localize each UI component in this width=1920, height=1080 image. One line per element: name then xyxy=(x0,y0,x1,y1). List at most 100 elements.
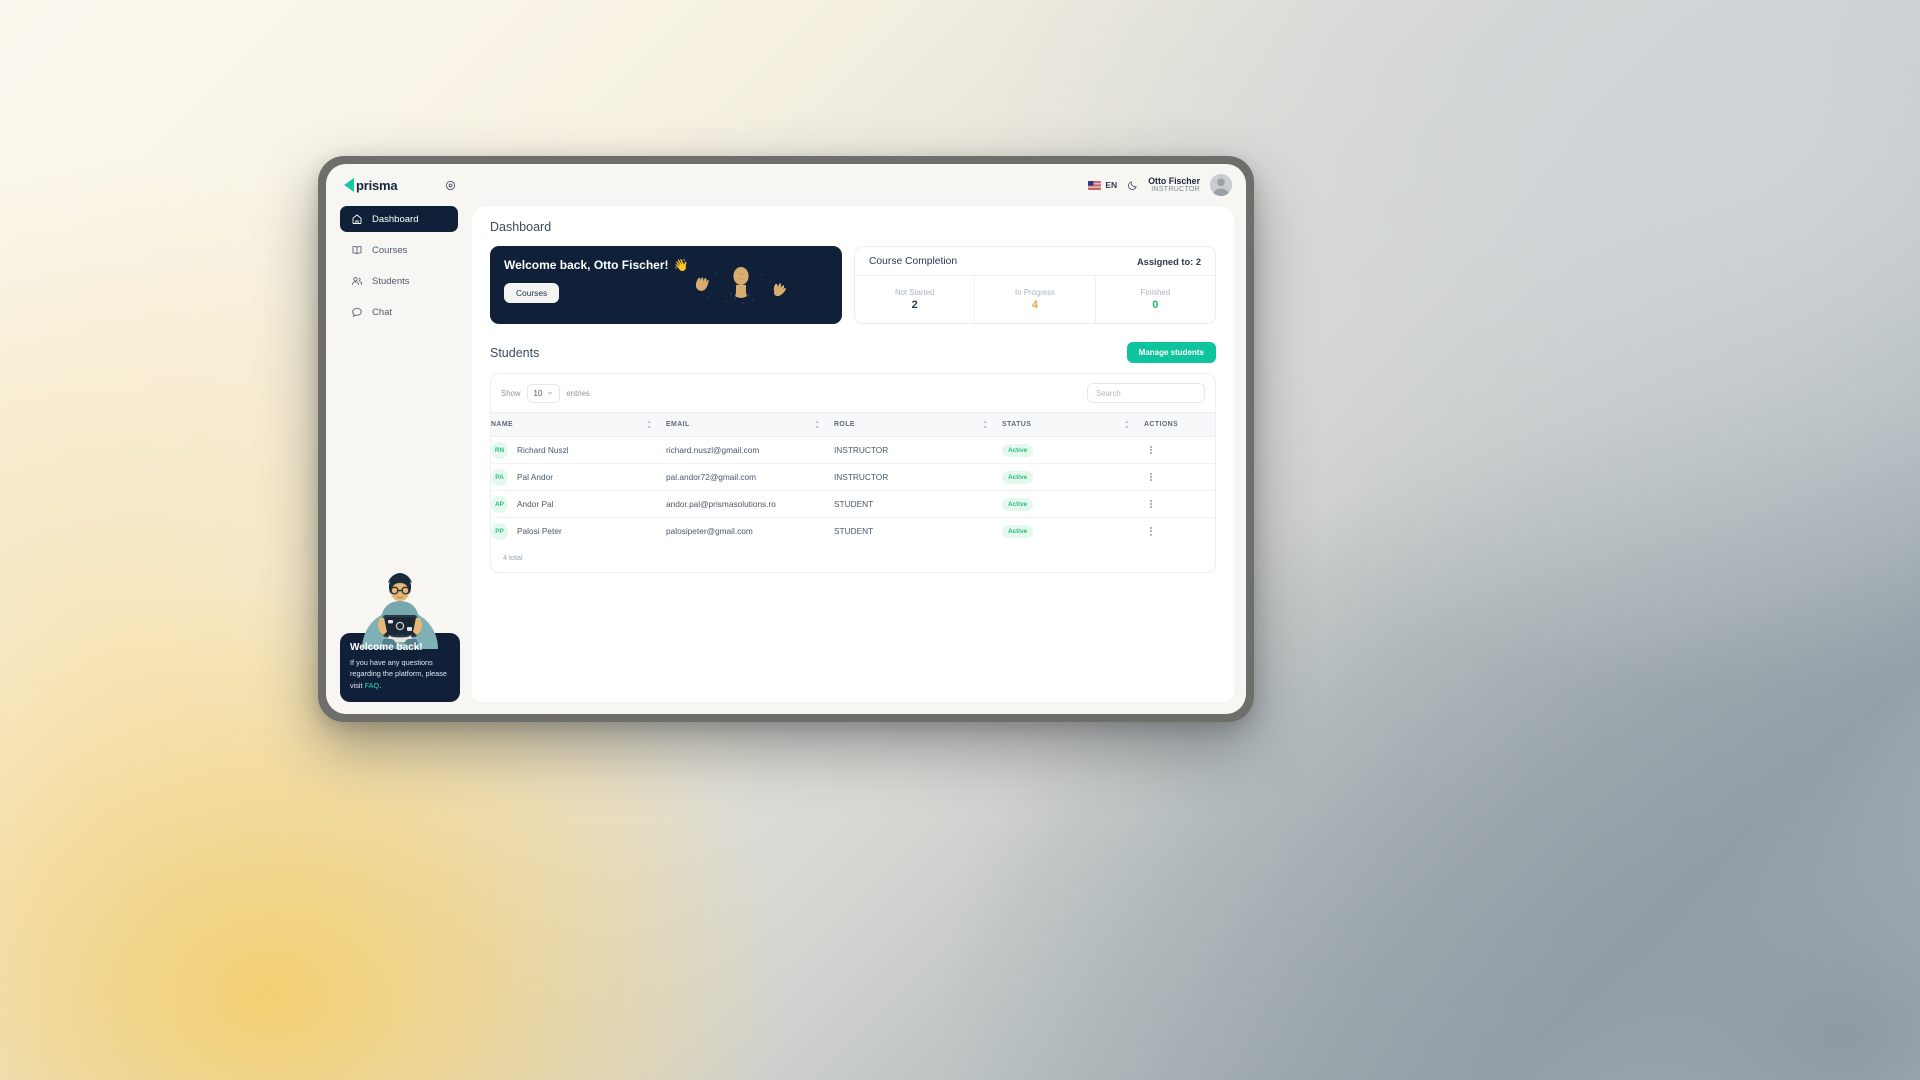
welcome-promo-card: Welcome back! If you have any questions … xyxy=(340,573,460,702)
table-toolbar: Show 10 entries xyxy=(491,374,1215,412)
stat-finished: Finished 0 xyxy=(1094,276,1215,323)
cell-name: PP Palosi Peter xyxy=(491,518,666,545)
cell-actions xyxy=(1144,463,1215,491)
sidebar: Dashboard Courses Students Chat Welcome … xyxy=(326,206,472,714)
app-body: Dashboard Courses Students Chat Welcome … xyxy=(326,206,1246,714)
sort-icon xyxy=(647,420,651,429)
column-header-status[interactable]: STATUS xyxy=(1002,412,1144,437)
cell-status: Active xyxy=(1002,463,1144,491)
sort-icon xyxy=(815,420,819,429)
column-label: EMAIL xyxy=(666,421,690,428)
search-input[interactable] xyxy=(1087,383,1205,403)
sidebar-collapse-button[interactable] xyxy=(445,180,456,191)
sidebar-item-chat[interactable]: Chat xyxy=(340,299,458,325)
hands-and-face-emoji-art xyxy=(695,267,786,304)
column-label: STATUS xyxy=(1002,421,1032,428)
student-role: STUDENT xyxy=(834,490,1002,518)
language-switcher[interactable]: EN xyxy=(1088,180,1117,190)
us-flag-icon xyxy=(1088,180,1102,190)
table-row[interactable]: RN Richard Nuszl richard.nuszl@gmail.com IN… xyxy=(491,436,1215,464)
sidebar-item-dashboard[interactable]: Dashboard xyxy=(340,206,458,232)
row-actions-button[interactable] xyxy=(1144,526,1158,536)
student-name: Andor Pal xyxy=(517,499,554,509)
stat-label: Not Started xyxy=(894,288,935,297)
row-actions-button[interactable] xyxy=(1144,445,1158,455)
students-table-card: Show 10 entries Search NAME EMAIL ROLE S… xyxy=(490,373,1216,573)
cell-status: Active xyxy=(1002,436,1144,464)
sidebar-item-courses[interactable]: Courses xyxy=(340,237,458,263)
course-completion-header: Course Completion Assigned to: 2 xyxy=(855,247,1215,275)
user-role: INSTRUCTOR xyxy=(1151,186,1200,194)
sidebar-item-label: Courses xyxy=(372,244,408,256)
show-label: Show xyxy=(501,388,521,398)
entries-select[interactable]: 10 xyxy=(526,383,561,403)
column-header-actions: ACTIONS xyxy=(1144,412,1215,437)
stat-label: Finished xyxy=(1140,288,1171,297)
column-label: ACTIONS xyxy=(1144,421,1179,428)
faq-link[interactable]: FAQ xyxy=(365,681,380,690)
sidebar-nav: Dashboard Courses Students Chat xyxy=(340,206,458,325)
summary-cards-row: Welcome back, Otto Fischer! 👋 Courses Co… xyxy=(490,246,1216,324)
course-completion-card: Course Completion Assigned to: 2 Not Sta… xyxy=(854,246,1216,324)
table-head: NAME EMAIL ROLE STATUS ACTIONS xyxy=(491,412,1215,437)
moon-icon[interactable] xyxy=(1127,180,1138,191)
cell-name: PA Pal Andor xyxy=(491,463,666,491)
chevron-down-icon xyxy=(548,391,553,395)
column-header-email[interactable]: EMAIL xyxy=(666,412,834,437)
column-label: NAME xyxy=(491,421,514,428)
course-completion-stats: Not Started 2 In Progress 4 Finished 0 xyxy=(855,275,1215,323)
row-actions-button[interactable] xyxy=(1144,499,1158,509)
manage-students-button[interactable]: Manage students xyxy=(1126,342,1216,363)
column-header-role[interactable]: ROLE xyxy=(834,412,1002,437)
cell-status: Active xyxy=(1002,490,1144,518)
app-logo[interactable]: prisma xyxy=(344,178,398,193)
student-name: Pal Andor xyxy=(517,472,553,482)
user-info[interactable]: Otto Fischer INSTRUCTOR xyxy=(1148,176,1200,194)
students-section-header: Students Manage students xyxy=(490,342,1216,363)
avatar-initials: RN xyxy=(491,441,508,459)
courses-button[interactable]: Courses xyxy=(504,283,560,303)
table-row[interactable]: PP Palosi Peter palosipeter@gmail.com STUDE… xyxy=(491,518,1215,545)
row-actions-button[interactable] xyxy=(1144,472,1158,482)
stat-label: In Progress xyxy=(1015,288,1055,297)
promo-text-after: . xyxy=(379,680,382,690)
status-badge: Active xyxy=(1002,470,1034,484)
avatar[interactable] xyxy=(1210,174,1232,196)
language-code: EN xyxy=(1105,180,1118,190)
person-with-laptop-illustration xyxy=(340,571,460,650)
cell-actions xyxy=(1144,490,1215,518)
chat-bubble-icon xyxy=(352,307,362,317)
welcome-banner: Welcome back, Otto Fischer! 👋 Courses xyxy=(490,246,842,324)
table-row[interactable]: AP Andor Pal andor.pal@prismasolutions.ro S… xyxy=(491,490,1215,518)
book-icon xyxy=(352,245,362,255)
students-section-title: Students xyxy=(490,345,540,360)
table-row[interactable]: PA Pal Andor pal.andor72@gmail.com INSTRUCT… xyxy=(491,463,1215,491)
cell-status: Active xyxy=(1002,518,1144,545)
status-badge: Active xyxy=(1002,524,1034,538)
avatar-initials: PA xyxy=(491,468,508,486)
student-name: Richard Nuszl xyxy=(517,445,569,455)
banner-greeting: Welcome back, Otto Fischer! xyxy=(504,258,669,272)
user-name: Otto Fischer xyxy=(1148,175,1200,186)
page-title: Dashboard xyxy=(490,220,552,234)
avatar-initials: AP xyxy=(491,495,508,513)
assigned-to-label: Assigned to: 2 xyxy=(1136,256,1201,267)
sidebar-item-students[interactable]: Students xyxy=(340,268,458,294)
table-total-label: 4 total xyxy=(503,552,523,562)
entries-value: 10 xyxy=(533,388,543,398)
stat-not-started: Not Started 2 xyxy=(855,276,974,323)
users-icon xyxy=(352,277,363,285)
column-header-name[interactable]: NAME xyxy=(491,412,666,437)
top-bar: prisma EN Otto Fischer INSTRUCTOR xyxy=(326,164,1246,206)
stat-value: 0 xyxy=(1152,299,1159,311)
column-label: ROLE xyxy=(834,421,855,428)
target-circle-icon xyxy=(446,180,456,190)
stat-value: 2 xyxy=(911,299,918,311)
main-wrap: Dashboard Welcome back, Otto Fischer! 👋 … xyxy=(472,206,1246,714)
student-role: STUDENT xyxy=(834,526,874,537)
prisma-triangle-icon xyxy=(344,178,354,192)
course-completion-title: Course Completion xyxy=(869,256,958,267)
student-role: INSTRUCTOR xyxy=(834,436,1002,464)
device-frame: prisma EN Otto Fischer INSTRUCTOR Dashbo… xyxy=(318,156,1254,722)
sort-icon xyxy=(1125,420,1129,429)
